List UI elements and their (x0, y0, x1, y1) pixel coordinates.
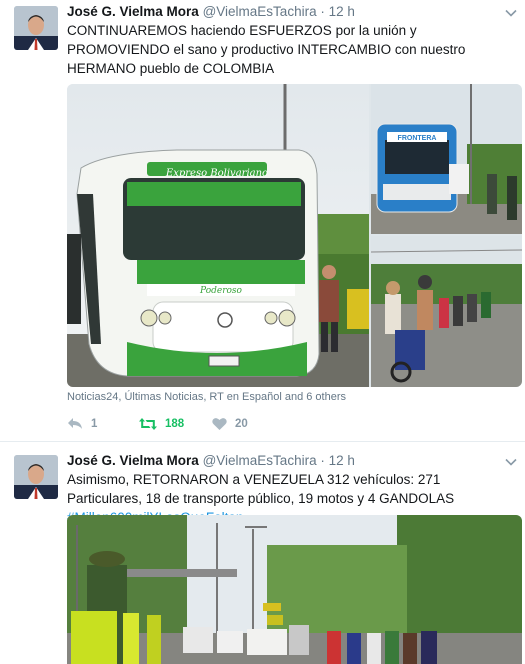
avatar[interactable] (14, 455, 58, 499)
tweet-media-grid[interactable]: Expreso Bolivariano Poderoso FRONTERA (67, 84, 522, 387)
tweet-media[interactable] (67, 515, 522, 664)
author-handle[interactable]: @VielmaEsTachira (203, 453, 317, 468)
caret-down-icon[interactable] (505, 6, 517, 18)
media-image-bus-2[interactable]: FRONTERA (371, 84, 522, 234)
media-image-bridge[interactable] (67, 515, 522, 664)
tweet-header: José G. Vielma Mora @VielmaEsTachira · 1… (67, 3, 355, 21)
reply-button[interactable]: 1 (67, 414, 97, 434)
media-image-motorcycles[interactable] (370, 236, 522, 387)
bus-front-text: Poderoso (199, 286, 243, 296)
tweet-actions: 1 188 20 (67, 414, 367, 434)
heart-icon (212, 417, 235, 431)
tweet-timestamp[interactable]: 12 h (329, 453, 355, 468)
like-count: 20 (235, 418, 248, 430)
tweet-header: José G. Vielma Mora @VielmaEsTachira · 1… (67, 452, 355, 470)
bus-sign-text: Expreso Bolivariano (165, 168, 268, 179)
media-credits[interactable]: Noticias24, Últimas Noticias, RT en Espa… (67, 391, 346, 403)
tweet[interactable]: José G. Vielma Mora @VielmaEsTachira · 1… (0, 443, 525, 664)
separator-dot: · (320, 453, 325, 468)
reply-count: 1 (91, 418, 98, 430)
separator-dot: · (320, 4, 325, 19)
avatar[interactable] (14, 6, 58, 50)
caret-down-icon[interactable] (505, 455, 517, 467)
bus-2-sign-text: FRONTERA (398, 135, 437, 142)
tweet-text-body: Asimismo, RETORNARON a VENEZUELA 312 veh… (67, 472, 455, 506)
tweet-text: CONTINUAREMOS haciendo ESFUERZOS por la … (67, 23, 466, 76)
author-name[interactable]: José G. Vielma Mora (67, 4, 199, 19)
retweet-icon (139, 417, 165, 431)
tweet[interactable]: José G. Vielma Mora @VielmaEsTachira · 1… (0, 0, 525, 442)
author-handle[interactable]: @VielmaEsTachira (203, 4, 317, 19)
retweet-button[interactable]: 188 (139, 414, 184, 434)
author-name[interactable]: José G. Vielma Mora (67, 453, 199, 468)
tweet-timestamp[interactable]: 12 h (329, 4, 355, 19)
reply-icon (67, 417, 91, 431)
media-image-bus[interactable]: Expreso Bolivariano Poderoso (67, 84, 369, 387)
retweet-count: 188 (165, 418, 185, 430)
like-button[interactable]: 20 (212, 414, 248, 434)
